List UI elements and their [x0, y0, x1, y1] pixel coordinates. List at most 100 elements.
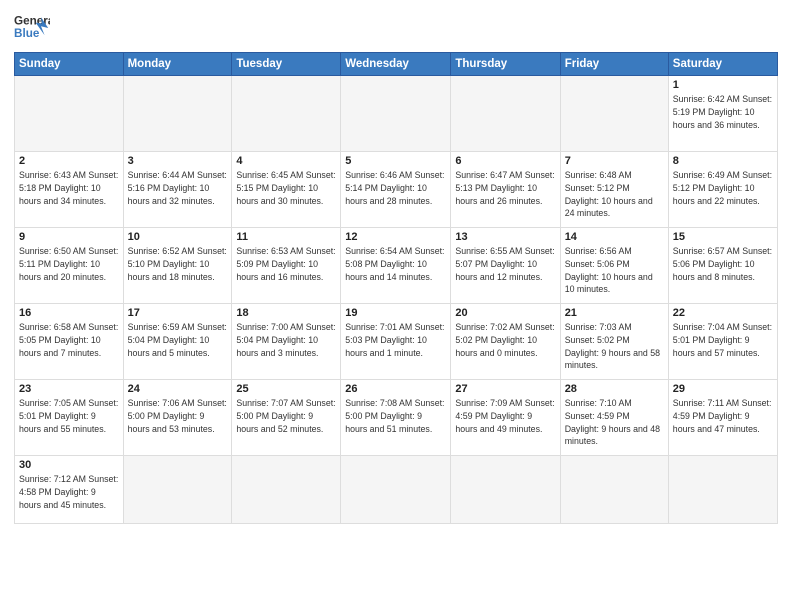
generalblue-logo-icon: General Blue	[14, 10, 50, 46]
calendar-cell: 19 Sunrise: 7:01 AM Sunset: 5:03 PM Dayli…	[341, 304, 451, 380]
calendar-cell: 7 Sunrise: 6:48 AM Sunset: 5:12 PM Daylig…	[560, 152, 668, 228]
day-info: Sunrise: 7:10 AM Sunset: 4:59 PM Dayligh…	[565, 397, 664, 448]
day-number: 15	[673, 231, 773, 243]
calendar-cell: 1 Sunrise: 6:42 AM Sunset: 5:19 PM Daylig…	[668, 76, 777, 152]
calendar-cell: 16 Sunrise: 6:58 AM Sunset: 5:05 PM Dayli…	[15, 304, 124, 380]
day-number: 6	[455, 155, 555, 167]
calendar-week-row-6: 30Sunrise: 7:12 AM Sunset: 4:58 PM Dayli…	[15, 456, 778, 524]
calendar-cell	[560, 456, 668, 524]
day-info: Sunrise: 6:52 AM Sunset: 5:10 PM Dayligh…	[128, 245, 228, 283]
calendar-cell: 15Sunrise: 6:57 AM Sunset: 5:06 PM Dayli…	[668, 228, 777, 304]
calendar-cell: 20Sunrise: 7:02 AM Sunset: 5:02 PM Dayli…	[451, 304, 560, 380]
day-info: Sunrise: 7:01 AM Sunset: 5:03 PM Dayligh…	[345, 321, 446, 359]
day-info: Sunrise: 6:59 AM Sunset: 5:04 PM Dayligh…	[128, 321, 228, 359]
day-number: 8	[673, 155, 773, 167]
day-number: 1	[673, 79, 773, 91]
day-info: Sunrise: 7:06 AM Sunset: 5:00 PM Dayligh…	[128, 397, 228, 435]
day-number: 28	[565, 383, 664, 395]
day-info: Sunrise: 7:07 AM Sunset: 5:00 PM Dayligh…	[236, 397, 336, 435]
day-number: 3	[128, 155, 228, 167]
calendar-cell: 23 Sunrise: 7:05 AM Sunset: 5:01 PM Dayli…	[15, 380, 124, 456]
day-info: Sunrise: 6:48 AM Sunset: 5:12 PM Dayligh…	[565, 169, 664, 220]
calendar-cell: 9 Sunrise: 6:50 AM Sunset: 5:11 PM Daylig…	[15, 228, 124, 304]
calendar-header-thursday: Thursday	[451, 53, 560, 76]
day-number: 17	[128, 307, 228, 319]
calendar-header-wednesday: Wednesday	[341, 53, 451, 76]
calendar-header-row: SundayMondayTuesdayWednesdayThursdayFrid…	[15, 53, 778, 76]
page: General Blue SundayMondayTuesdayWednesda…	[0, 0, 792, 612]
day-info: Sunrise: 6:53 AM Sunset: 5:09 PM Dayligh…	[236, 245, 336, 283]
day-number: 5	[345, 155, 446, 167]
day-info: Sunrise: 7:04 AM Sunset: 5:01 PM Dayligh…	[673, 321, 773, 359]
calendar-cell	[668, 456, 777, 524]
day-number: 9	[19, 231, 119, 243]
svg-text:Blue: Blue	[14, 27, 40, 40]
calendar-header-monday: Monday	[123, 53, 232, 76]
day-number: 7	[565, 155, 664, 167]
day-number: 16	[19, 307, 119, 319]
day-info: Sunrise: 7:03 AM Sunset: 5:02 PM Dayligh…	[565, 321, 664, 372]
day-info: Sunrise: 7:09 AM Sunset: 4:59 PM Dayligh…	[455, 397, 555, 435]
day-info: Sunrise: 7:00 AM Sunset: 5:04 PM Dayligh…	[236, 321, 336, 359]
day-info: Sunrise: 6:47 AM Sunset: 5:13 PM Dayligh…	[455, 169, 555, 207]
calendar-cell	[123, 76, 232, 152]
day-info: Sunrise: 6:43 AM Sunset: 5:18 PM Dayligh…	[19, 169, 119, 207]
calendar-cell	[451, 76, 560, 152]
day-number: 24	[128, 383, 228, 395]
day-number: 21	[565, 307, 664, 319]
day-number: 2	[19, 155, 119, 167]
calendar-cell: 13 Sunrise: 6:55 AM Sunset: 5:07 PM Dayli…	[451, 228, 560, 304]
calendar-header-sunday: Sunday	[15, 53, 124, 76]
day-number: 23	[19, 383, 119, 395]
calendar-cell	[232, 456, 341, 524]
calendar-week-row-5: 23 Sunrise: 7:05 AM Sunset: 5:01 PM Dayli…	[15, 380, 778, 456]
calendar-cell: 14Sunrise: 6:56 AM Sunset: 5:06 PM Dayli…	[560, 228, 668, 304]
calendar-cell	[560, 76, 668, 152]
calendar-cell: 3Sunrise: 6:44 AM Sunset: 5:16 PM Daylig…	[123, 152, 232, 228]
calendar-header-tuesday: Tuesday	[232, 53, 341, 76]
calendar-cell: 29 Sunrise: 7:11 AM Sunset: 4:59 PM Dayli…	[668, 380, 777, 456]
day-number: 14	[565, 231, 664, 243]
day-number: 27	[455, 383, 555, 395]
calendar-week-row-1: 1 Sunrise: 6:42 AM Sunset: 5:19 PM Daylig…	[15, 76, 778, 152]
calendar-cell: 26Sunrise: 7:08 AM Sunset: 5:00 PM Dayli…	[341, 380, 451, 456]
calendar-cell	[341, 456, 451, 524]
day-info: Sunrise: 6:42 AM Sunset: 5:19 PM Dayligh…	[673, 93, 773, 131]
calendar-cell: 22 Sunrise: 7:04 AM Sunset: 5:01 PM Dayli…	[668, 304, 777, 380]
day-number: 10	[128, 231, 228, 243]
day-info: Sunrise: 6:46 AM Sunset: 5:14 PM Dayligh…	[345, 169, 446, 207]
calendar-week-row-4: 16 Sunrise: 6:58 AM Sunset: 5:05 PM Dayli…	[15, 304, 778, 380]
calendar-header-saturday: Saturday	[668, 53, 777, 76]
calendar-cell: 2 Sunrise: 6:43 AM Sunset: 5:18 PM Daylig…	[15, 152, 124, 228]
day-number: 29	[673, 383, 773, 395]
day-info: Sunrise: 7:11 AM Sunset: 4:59 PM Dayligh…	[673, 397, 773, 435]
day-info: Sunrise: 6:50 AM Sunset: 5:11 PM Dayligh…	[19, 245, 119, 283]
calendar-cell: 11 Sunrise: 6:53 AM Sunset: 5:09 PM Dayli…	[232, 228, 341, 304]
calendar-cell	[123, 456, 232, 524]
day-number: 19	[345, 307, 446, 319]
day-number: 22	[673, 307, 773, 319]
calendar-cell: 24 Sunrise: 7:06 AM Sunset: 5:00 PM Dayli…	[123, 380, 232, 456]
day-number: 18	[236, 307, 336, 319]
day-info: Sunrise: 6:55 AM Sunset: 5:07 PM Dayligh…	[455, 245, 555, 283]
calendar-cell: 4Sunrise: 6:45 AM Sunset: 5:15 PM Daylig…	[232, 152, 341, 228]
calendar-cell: 8 Sunrise: 6:49 AM Sunset: 5:12 PM Daylig…	[668, 152, 777, 228]
calendar-cell: 30Sunrise: 7:12 AM Sunset: 4:58 PM Dayli…	[15, 456, 124, 524]
header: General Blue	[14, 10, 778, 46]
day-info: Sunrise: 6:54 AM Sunset: 5:08 PM Dayligh…	[345, 245, 446, 283]
day-info: Sunrise: 7:12 AM Sunset: 4:58 PM Dayligh…	[19, 473, 119, 511]
calendar-cell: 6 Sunrise: 6:47 AM Sunset: 5:13 PM Daylig…	[451, 152, 560, 228]
calendar-week-row-2: 2 Sunrise: 6:43 AM Sunset: 5:18 PM Daylig…	[15, 152, 778, 228]
day-number: 12	[345, 231, 446, 243]
calendar-cell: 10 Sunrise: 6:52 AM Sunset: 5:10 PM Dayli…	[123, 228, 232, 304]
day-number: 13	[455, 231, 555, 243]
calendar-cell: 28 Sunrise: 7:10 AM Sunset: 4:59 PM Dayli…	[560, 380, 668, 456]
calendar-cell: 27 Sunrise: 7:09 AM Sunset: 4:59 PM Dayli…	[451, 380, 560, 456]
day-info: Sunrise: 6:49 AM Sunset: 5:12 PM Dayligh…	[673, 169, 773, 207]
calendar-cell	[341, 76, 451, 152]
day-info: Sunrise: 7:05 AM Sunset: 5:01 PM Dayligh…	[19, 397, 119, 435]
day-number: 20	[455, 307, 555, 319]
day-number: 11	[236, 231, 336, 243]
day-info: Sunrise: 6:58 AM Sunset: 5:05 PM Dayligh…	[19, 321, 119, 359]
calendar-cell: 18 Sunrise: 7:00 AM Sunset: 5:04 PM Dayli…	[232, 304, 341, 380]
